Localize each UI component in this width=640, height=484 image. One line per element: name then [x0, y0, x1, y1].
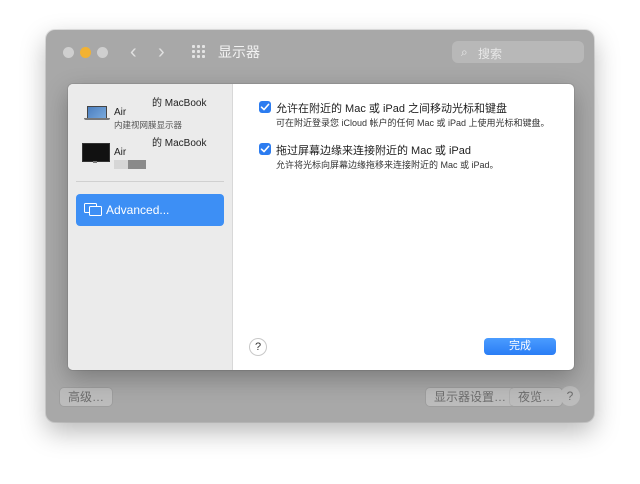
forward-arrow-icon[interactable]: ›: [158, 40, 165, 64]
desktop: ‹ › 显示器 ⌕ 搜索 高级… 显示器设置… 夜览… ? 的 MacBook: [0, 0, 640, 484]
option-description: 允许将光标向屏幕边缘拖移来连接附近的 Mac 或 iPad。: [276, 160, 499, 170]
night-shift-button[interactable]: 夜览…: [510, 388, 563, 406]
option-description: 可在附近登录您 iCloud 帐户的任何 Mac 或 iPad 上使用光标和键盘…: [276, 118, 550, 128]
back-arrow-icon[interactable]: ‹: [130, 40, 137, 64]
search-field[interactable]: ⌕ 搜索: [452, 41, 584, 63]
advanced-button[interactable]: 高级…: [60, 388, 113, 406]
title-bar: ‹ › 显示器 ⌕ 搜索: [46, 30, 594, 74]
minimize-button[interactable]: [80, 47, 91, 58]
display-settings-button[interactable]: 显示器设置…: [426, 388, 515, 406]
checkmark-icon: [260, 103, 270, 111]
advanced-sheet: 的 MacBook Air 内建视网膜显示器 的 MacBook Air Adv…: [68, 84, 574, 370]
help-button[interactable]: ?: [249, 338, 267, 356]
close-button[interactable]: [63, 47, 74, 58]
redacted-block: [114, 160, 128, 169]
sheet-content: 允许在附近的 Mac 或 iPad 之间移动光标和键盘 可在附近登录您 iClo…: [233, 84, 574, 370]
device-item-nearby[interactable]: 的 MacBook Air: [68, 132, 232, 176]
checkmark-icon: [260, 145, 270, 153]
device-name: 的 MacBook: [152, 98, 207, 109]
sheet-sidebar: 的 MacBook Air 内建视网膜显示器 的 MacBook Air Adv…: [68, 84, 233, 370]
redacted-block: [128, 160, 146, 169]
done-button[interactable]: 完成: [484, 338, 556, 355]
sidebar-item-advanced[interactable]: Advanced...: [76, 194, 224, 226]
sidebar-item-label: Advanced...: [106, 203, 170, 217]
device-name: 的 MacBook: [152, 138, 207, 149]
option-title: 允许在附近的 Mac 或 iPad 之间移动光标和键盘: [276, 103, 508, 115]
show-all-grid-icon[interactable]: [192, 45, 206, 59]
search-placeholder: 搜索: [478, 47, 503, 61]
checkbox-move-cursor[interactable]: [259, 101, 271, 113]
window-help-button[interactable]: ?: [560, 386, 580, 406]
sidebar-separator: [76, 181, 224, 182]
device-subtitle: 内建视网膜显示器: [114, 120, 183, 130]
device-model: Air: [114, 107, 127, 118]
device-item-builtin[interactable]: 的 MacBook Air 内建视网膜显示器: [68, 84, 232, 132]
window-title: 显示器: [218, 44, 260, 60]
zoom-button[interactable]: [97, 47, 108, 58]
search-icon: ⌕: [461, 45, 468, 59]
display-advanced-icon: [84, 203, 102, 216]
option-title: 拖过屏幕边缘来连接附近的 Mac 或 iPad: [276, 145, 471, 157]
checkbox-push-through-edge[interactable]: [259, 143, 271, 155]
device-model: Air: [114, 147, 127, 158]
